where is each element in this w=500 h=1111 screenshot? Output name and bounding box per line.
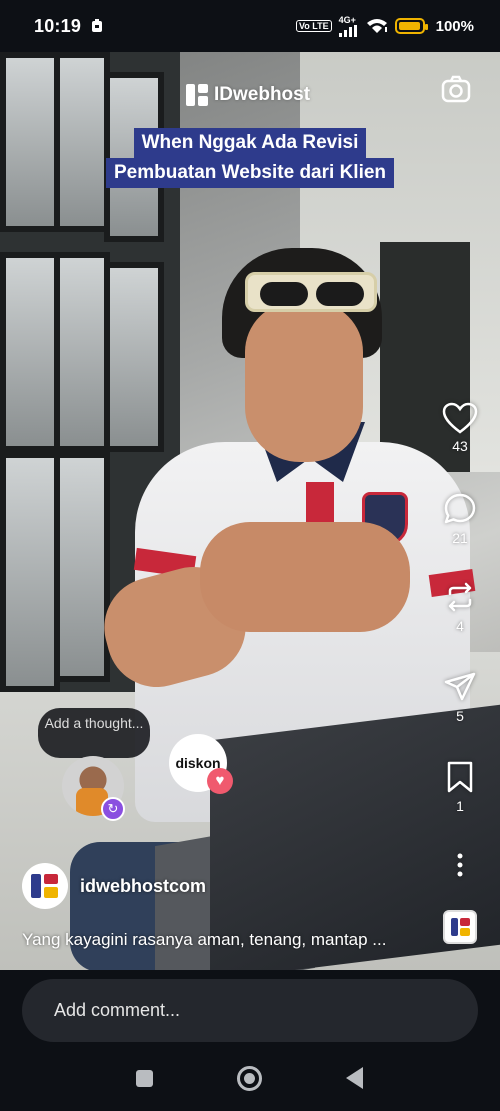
refresh-icon: ↻ <box>101 797 125 821</box>
like-button[interactable]: 43 <box>436 402 484 454</box>
video-player[interactable] <box>0 52 500 970</box>
post-caption[interactable]: Yang kayagini rasanya aman, tenang, mant… <box>22 930 442 950</box>
comment-button[interactable]: 21 <box>436 492 484 546</box>
notification-icon <box>92 19 103 32</box>
more-options-button[interactable] <box>436 852 484 878</box>
comment-count: 21 <box>452 530 468 546</box>
bookmark-icon <box>447 761 473 793</box>
status-bar: 10:19 Vo LTE 4G+ 100% <box>0 0 500 52</box>
send-icon <box>444 672 476 701</box>
video-brand-watermark: IDwebhost <box>186 84 310 106</box>
battery-percent: 100% <box>435 17 474 35</box>
camera-icon[interactable] <box>440 74 472 106</box>
brand-name: IDwebhost <box>214 84 311 105</box>
bottom-area: Add comment... <box>0 970 500 1111</box>
recent-apps-button[interactable] <box>136 1070 153 1087</box>
heart-badge-icon: ♥ <box>207 768 233 794</box>
post-author[interactable]: idwebhostcom <box>22 863 206 909</box>
volte-icon: Vo LTE <box>295 20 332 32</box>
video-caption: When Nggak Ada Revisi Pembuatan Website … <box>75 128 425 188</box>
audio-thumbnail[interactable] <box>443 910 477 944</box>
heart-icon <box>442 402 478 434</box>
signal-group: 4G+ <box>338 14 359 37</box>
diskon-sticker[interactable]: diskon ♥ <box>169 734 233 794</box>
comment-bubble-icon <box>444 493 476 524</box>
account-username[interactable]: idwebhostcom <box>80 876 206 897</box>
idwebhost-logo-icon <box>186 84 208 106</box>
add-thought-bubble[interactable]: Add a thought... <box>38 708 150 766</box>
save-button[interactable]: 1 <box>436 760 484 814</box>
repost-icon <box>448 582 472 612</box>
save-count: 1 <box>456 798 464 814</box>
wifi-icon <box>366 19 387 33</box>
status-time: 10:19 <box>34 15 82 36</box>
repost-button[interactable]: 4 <box>436 580 484 634</box>
video-caption-line: When Nggak Ada Revisi <box>133 128 367 158</box>
share-count: 5 <box>456 708 464 724</box>
account-avatar[interactable] <box>22 863 68 909</box>
comment-input[interactable]: Add comment... <box>22 979 478 1042</box>
person-face <box>245 302 363 462</box>
back-button[interactable] <box>346 1067 363 1089</box>
like-count: 43 <box>452 438 468 454</box>
home-button[interactable] <box>237 1066 262 1091</box>
person-hands <box>200 522 410 632</box>
share-button[interactable]: 5 <box>436 670 484 724</box>
sunglasses <box>245 272 377 312</box>
repost-count: 4 <box>456 618 464 634</box>
video-caption-line: Pembuatan Website dari Klien <box>105 158 395 188</box>
system-navigation-bar <box>0 1058 500 1098</box>
network-type: 4G+ <box>338 14 356 25</box>
signal-icon <box>338 24 357 37</box>
more-vertical-icon <box>457 853 463 877</box>
battery-icon <box>394 18 428 34</box>
